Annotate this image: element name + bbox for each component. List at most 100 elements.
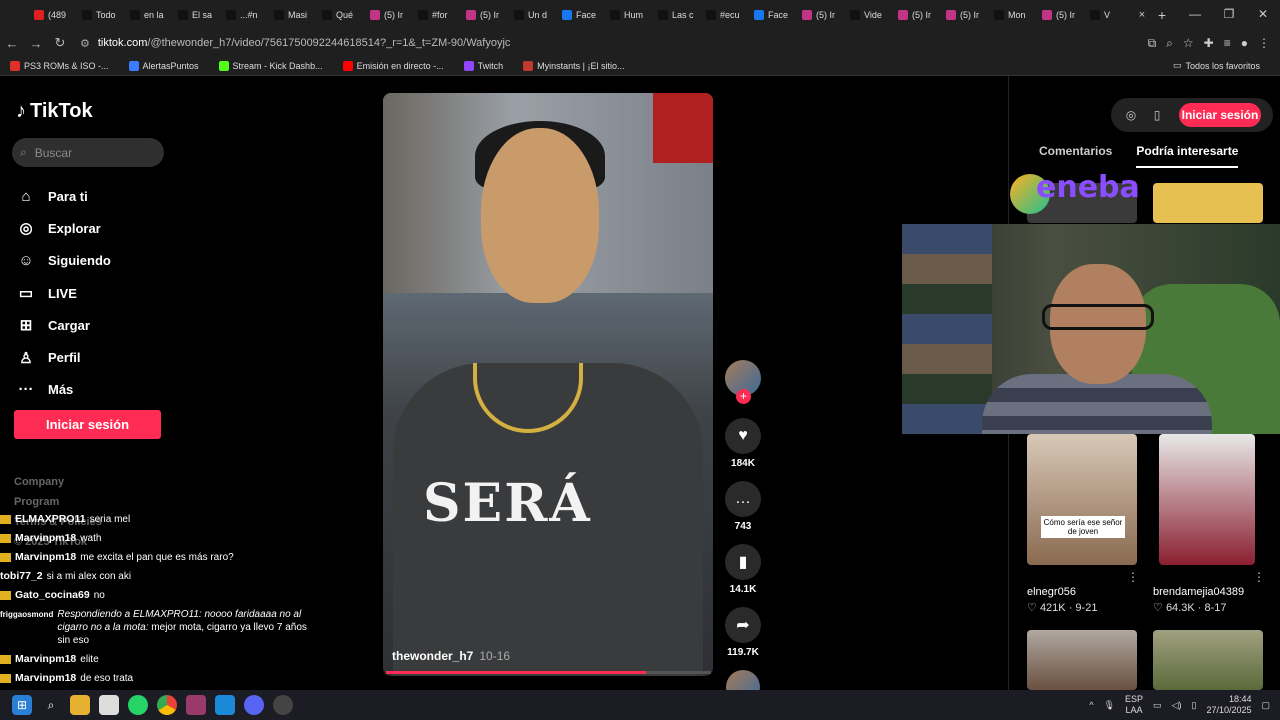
- nav-item-perfil[interactable]: ♙ Perfil: [16, 341, 176, 373]
- microphone-icon[interactable]: 🎙: [1104, 700, 1115, 711]
- reload-icon[interactable]: ↻: [48, 35, 72, 51]
- nav-item-más[interactable]: ··· Más: [16, 374, 176, 406]
- tab-comments[interactable]: Comentarios: [1039, 144, 1112, 168]
- language-indicator[interactable]: ESP LAA: [1125, 694, 1143, 716]
- browser-tab[interactable]: Face: [558, 3, 606, 27]
- video-player[interactable]: SERÁ: [383, 93, 713, 676]
- browser-tab[interactable]: #ecu: [702, 3, 750, 27]
- save-action[interactable]: ▮ 14.1K: [725, 544, 761, 595]
- nav-item-live[interactable]: ▭ LIVE: [16, 277, 176, 309]
- bookmark-item[interactable]: Emisión en directo -...: [342, 60, 444, 71]
- signin-button[interactable]: Iniciar sesión: [1179, 103, 1261, 127]
- restore-icon[interactable]: ❐: [1212, 0, 1246, 30]
- browser-tab[interactable]: El sa: [174, 3, 222, 27]
- obs-icon[interactable]: [273, 695, 293, 715]
- clock[interactable]: 18:44 27/10/2025: [1206, 694, 1251, 716]
- bookmark-icon[interactable]: ▮: [725, 544, 761, 580]
- browser-tab[interactable]: Masi: [270, 3, 318, 27]
- windows-start-icon[interactable]: ⊞: [12, 695, 32, 715]
- browser-tab[interactable]: en la: [126, 3, 174, 27]
- nav-item-explorar[interactable]: ◎ Explorar: [16, 212, 176, 244]
- author-avatar[interactable]: +: [725, 360, 761, 404]
- tab-close-icon[interactable]: ×: [1134, 9, 1150, 21]
- suggested-thumb-4[interactable]: [1153, 630, 1263, 690]
- media-icon[interactable]: ≡: [1224, 36, 1231, 51]
- browser-tab[interactable]: Un d: [510, 3, 558, 27]
- browser-tab[interactable]: (489: [30, 3, 78, 27]
- profile-avatar[interactable]: ●: [1241, 36, 1248, 51]
- login-button[interactable]: Iniciar sesión: [14, 410, 161, 439]
- chevron-up-icon[interactable]: ^: [1089, 700, 1093, 710]
- app-icon[interactable]: [99, 695, 119, 715]
- url-field[interactable]: ⚙ tiktok.com/@thewonder_h7/video/7561750…: [80, 37, 1148, 50]
- browser-tab[interactable]: (5) Ir: [462, 3, 510, 27]
- volume-icon[interactable]: ◁): [1172, 700, 1182, 711]
- comment-action[interactable]: … 743: [725, 481, 761, 532]
- browser-tab[interactable]: (5) Ir: [366, 3, 414, 27]
- bookmark-item[interactable]: PS3 ROMs & ISO -...: [10, 60, 109, 71]
- browser-tab[interactable]: Hum: [606, 3, 654, 27]
- zoom-icon[interactable]: ⌕: [1166, 36, 1173, 51]
- browser-tab[interactable]: Todo: [78, 3, 126, 27]
- suggested-thumb-1[interactable]: Cómo sería ese señor de joven: [1027, 434, 1137, 565]
- suggested-creator-1[interactable]: elnegr056: [1027, 586, 1076, 598]
- suggested-thumb-2[interactable]: [1159, 434, 1255, 565]
- notification-icon[interactable]: ▢: [1261, 700, 1270, 711]
- nav-item-para-ti[interactable]: ⌂ Para ti: [16, 180, 176, 212]
- forward-icon[interactable]: →: [24, 36, 48, 51]
- battery-icon[interactable]: ▯: [1191, 700, 1196, 711]
- suggested-thumb-top-right[interactable]: [1153, 183, 1263, 223]
- device-icon[interactable]: ▯: [1149, 108, 1165, 122]
- browser-tab[interactable]: ...#n: [222, 3, 270, 27]
- video-progress-bar[interactable]: [386, 671, 711, 674]
- network-icon[interactable]: ▭: [1153, 700, 1162, 711]
- follow-plus-icon[interactable]: +: [736, 389, 751, 404]
- browser-tab[interactable]: Mon: [990, 3, 1038, 27]
- suggested-creator-2[interactable]: brendamejia04389: [1153, 586, 1244, 598]
- tiktok-logo[interactable]: ♪ TikTok: [16, 100, 93, 123]
- bookmark-item[interactable]: Myinstants | ¡El sitio...: [523, 60, 625, 71]
- back-icon[interactable]: ←: [0, 36, 24, 51]
- browser-tab[interactable]: (5) Ir: [942, 3, 990, 27]
- browser-tab[interactable]: Qué: [318, 3, 366, 27]
- tab-suggested[interactable]: Podría interesarte: [1136, 144, 1239, 168]
- browser-tab[interactable]: Face: [750, 3, 798, 27]
- app-icon-2[interactable]: [186, 695, 206, 715]
- browser-tab[interactable]: (5) Ir: [1038, 3, 1086, 27]
- more-options-icon-1[interactable]: ⋮: [1127, 570, 1139, 584]
- all-bookmarks[interactable]: ▭ Todos los favoritos: [1173, 60, 1260, 71]
- minimize-icon[interactable]: —: [1178, 0, 1212, 30]
- bookmark-star-icon[interactable]: ☆: [1183, 36, 1194, 51]
- bookmark-item[interactable]: Twitch: [463, 60, 503, 71]
- file-explorer-icon[interactable]: [70, 695, 90, 715]
- browser-tab[interactable]: (5) Ir: [798, 3, 846, 27]
- chrome-icon[interactable]: [157, 695, 177, 715]
- install-app-icon[interactable]: ⧉: [1148, 36, 1157, 51]
- browser-tab[interactable]: (5) Ir: [894, 3, 942, 27]
- footer-program[interactable]: Program: [14, 492, 102, 512]
- bookmark-item[interactable]: Stream - Kick Dashb...: [218, 60, 323, 71]
- search-input[interactable]: [34, 145, 145, 160]
- coins-icon[interactable]: ◎: [1123, 108, 1139, 122]
- whatsapp-icon[interactable]: [128, 695, 148, 715]
- extensions-icon[interactable]: ✚: [1204, 36, 1214, 51]
- site-settings-icon[interactable]: ⚙: [80, 37, 90, 50]
- search-taskbar-icon[interactable]: ⌕: [41, 695, 61, 715]
- discord-icon[interactable]: [244, 695, 264, 715]
- close-window-icon[interactable]: ✕: [1246, 0, 1280, 30]
- share-action[interactable]: ➦ 119.7K: [725, 607, 761, 658]
- browser-tab[interactable]: Vide: [846, 3, 894, 27]
- menu-icon[interactable]: ⋮: [1258, 36, 1270, 51]
- app-icon-3[interactable]: [215, 695, 235, 715]
- search-box[interactable]: ⌕: [12, 138, 164, 167]
- new-tab-icon[interactable]: +: [1150, 7, 1174, 23]
- bookmark-item[interactable]: AlertasPuntos: [128, 60, 199, 71]
- suggested-thumb-3[interactable]: [1027, 630, 1137, 690]
- comment-icon[interactable]: …: [725, 481, 761, 517]
- browser-tab[interactable]: V: [1086, 3, 1134, 27]
- heart-icon[interactable]: ♥: [725, 418, 761, 454]
- like-action[interactable]: ♥ 184K: [725, 418, 761, 469]
- more-options-icon-2[interactable]: ⋮: [1253, 570, 1265, 584]
- share-icon[interactable]: ➦: [725, 607, 761, 643]
- nav-item-cargar[interactable]: ⊞ Cargar: [16, 309, 176, 341]
